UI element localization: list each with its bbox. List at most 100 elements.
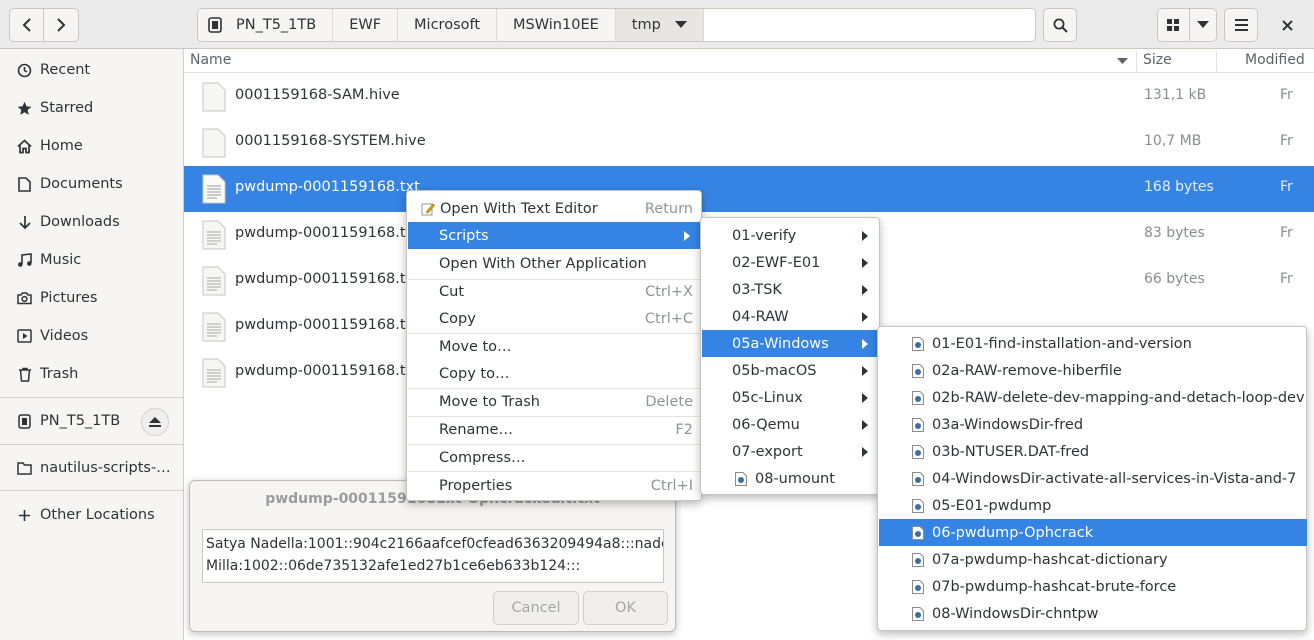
menu-item-script-folder[interactable]: 02-EWF-E01 (702, 249, 880, 276)
sidebar-item-documents[interactable]: Documents (0, 167, 184, 201)
sidebar-item-recent[interactable]: Recent (0, 53, 184, 87)
sidebar-item-pictures[interactable]: Pictures (0, 281, 184, 315)
menu-item-compress[interactable]: Compress… (408, 444, 702, 471)
submenu-arrow-icon (862, 339, 868, 349)
menu-item-properties[interactable]: Properties Ctrl+I (408, 472, 702, 499)
menu-item-script-folder[interactable]: 04-RAW (702, 303, 880, 330)
menu-item-script[interactable]: 08-WindowsDir-chntpw (879, 600, 1307, 627)
search-button[interactable] (1043, 8, 1077, 42)
star-icon (16, 100, 33, 117)
script-icon (912, 336, 924, 351)
menu-item-open-with-text-editor[interactable]: Open With Text Editor Return (408, 195, 702, 222)
ok-button[interactable]: OK (583, 591, 668, 625)
file-row[interactable]: 0001159168-SYSTEM.hive 10,7 MB Fr (184, 120, 1314, 166)
text-editor-icon (421, 203, 435, 216)
column-name[interactable]: Name (190, 52, 231, 68)
menu-item-script-folder[interactable]: 05b-macOS (702, 357, 880, 384)
home-icon (16, 138, 33, 155)
file-row[interactable]: 0001159168-SAM.hive 131,1 kB Fr (184, 74, 1314, 120)
sidebar-item-home[interactable]: Home (0, 129, 184, 163)
chevron-down-icon (1196, 21, 1209, 28)
menu-item-copy[interactable]: Copy Ctrl+C (408, 305, 702, 332)
scripts-submenu: 01-verify 02-EWF-E01 03-TSK 04-RAW 05a-W… (700, 217, 880, 495)
grid-icon (1167, 19, 1180, 31)
back-button[interactable] (10, 9, 45, 41)
menu-item-move-to-trash[interactable]: Move to Trash Delete (408, 388, 702, 415)
menu-item-script-folder[interactable]: 01-verify (702, 222, 880, 249)
menu-item-label: 03-TSK (732, 281, 782, 298)
music-icon (16, 252, 33, 269)
script-icon (912, 390, 924, 405)
menu-item-move-to[interactable]: Move to… (408, 333, 702, 360)
breadcrumb-mswin10ee[interactable]: MSWin10EE (497, 9, 616, 41)
script-icon (912, 525, 924, 540)
menu-item-script-folder[interactable]: 07-export (702, 438, 880, 465)
menu-button[interactable] (1224, 8, 1258, 42)
menu-item-script[interactable]: 02b-RAW-delete-dev-mapping-and-detach-lo… (879, 384, 1307, 411)
trash-icon (16, 366, 33, 383)
menu-item-script-folder-windows[interactable]: 05a-Windows (702, 330, 880, 357)
menu-item-script-ophcrack[interactable]: 06-pwdump-Ophcrack (879, 519, 1307, 546)
cancel-button[interactable]: Cancel (493, 591, 579, 625)
eject-button[interactable] (141, 408, 169, 436)
text-dialog: pwdump-00011591681xt-Ophcrackedit.txt Sa… (189, 480, 676, 632)
drive-icon (208, 17, 222, 33)
sidebar-item-music[interactable]: Music (0, 243, 184, 277)
view-options-button[interactable] (1190, 9, 1216, 41)
menu-item-label: Cut (439, 283, 464, 300)
file-row-selected[interactable]: pwdump-0001159168.txt 168 bytes Fr (184, 166, 1314, 212)
file-modified: Fr (1280, 271, 1293, 287)
menu-item-cut[interactable]: Cut Ctrl+X (408, 278, 702, 305)
forward-button[interactable] (44, 9, 78, 41)
text-file-icon (202, 358, 226, 388)
sidebar-item-bookmark[interactable]: nautilus-scripts-… (0, 451, 184, 485)
sidebar-item-label: Other Locations (40, 507, 155, 523)
menu-item-label: 01-E01-find-installation-and-version (932, 335, 1192, 352)
breadcrumb-microsoft[interactable]: Microsoft (398, 9, 498, 41)
menu-item-rename[interactable]: Rename… F2 (408, 416, 702, 443)
column-divider (1216, 51, 1217, 71)
menu-item-script[interactable]: 07b-pwdump-hashcat-brute-force (879, 573, 1307, 600)
menu-item-script[interactable]: 02a-RAW-remove-hiberfile (879, 357, 1307, 384)
search-icon (1053, 18, 1068, 33)
breadcrumb-tmp[interactable]: tmp (615, 9, 704, 41)
breadcrumb-drive[interactable]: PN_T5_1TB (198, 9, 334, 41)
column-modified[interactable]: Modified (1245, 52, 1305, 68)
view-mode-button[interactable] (1158, 9, 1190, 41)
menu-item-script[interactable]: 03b-NTUSER.DAT-fred (879, 438, 1307, 465)
script-icon (912, 417, 924, 432)
close-button[interactable] (1275, 14, 1299, 36)
menu-item-open-with-other[interactable]: Open With Other Application (408, 250, 702, 277)
menu-item-label: 02a-RAW-remove-hiberfile (932, 362, 1122, 379)
menu-item-script[interactable]: 04-WindowsDir-activate-all-services-in-V… (879, 465, 1307, 492)
sidebar-item-trash[interactable]: Trash (0, 357, 184, 391)
file-name: 0001159168-SAM.hive (235, 87, 400, 103)
dialog-text-view[interactable]: Satya Nadella:1001::904c2166aafcef0cfead… (202, 529, 664, 583)
menu-item-script[interactable]: 03a-WindowsDir-fred (879, 411, 1307, 438)
menu-item-script[interactable]: 08-umount (702, 465, 880, 492)
sidebar-item-starred[interactable]: Starred (0, 91, 184, 125)
sidebar-item-downloads[interactable]: Downloads (0, 205, 184, 239)
file-size: 131,1 kB (1144, 87, 1207, 103)
sidebar-item-videos[interactable]: Videos (0, 319, 184, 353)
sidebar-item-other-locations[interactable]: Other Locations (0, 498, 184, 532)
breadcrumb-ewf[interactable]: EWF (333, 9, 399, 41)
column-size[interactable]: Size (1143, 52, 1172, 68)
breadcrumb-label: EWF (349, 17, 382, 33)
menu-item-scripts[interactable]: Scripts (408, 222, 702, 249)
file-size: 83 bytes (1144, 225, 1205, 241)
menu-item-script-folder[interactable]: 06-Qemu (702, 411, 880, 438)
script-icon (912, 363, 924, 378)
menu-item-accel: Ctrl+X (645, 283, 693, 300)
menu-item-script-folder[interactable]: 03-TSK (702, 276, 880, 303)
file-size: 10,7 MB (1144, 133, 1202, 149)
menu-item-label: 02-EWF-E01 (732, 254, 821, 271)
submenu-arrow-icon (862, 420, 868, 430)
menu-item-copy-to[interactable]: Copy to… (408, 360, 702, 387)
menu-item-script-folder[interactable]: 05c-Linux (702, 384, 880, 411)
menu-item-script[interactable]: 07a-pwdump-hashcat-dictionary (879, 546, 1307, 573)
menu-item-script[interactable]: 05-E01-pwdump (879, 492, 1307, 519)
text-file-icon (202, 174, 226, 204)
plus-icon (16, 507, 33, 524)
menu-item-script[interactable]: 01-E01-find-installation-and-version (879, 330, 1307, 357)
